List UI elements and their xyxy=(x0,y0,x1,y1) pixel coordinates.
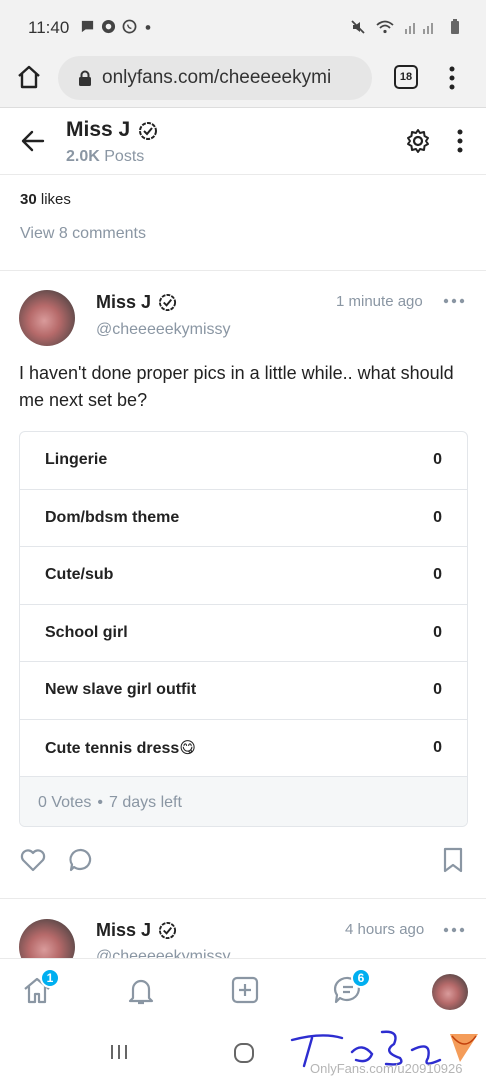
poll: Lingerie 0 Dom/bdsm theme 0 Cute/sub 0 Scho… xyxy=(19,431,468,827)
more-vert-icon[interactable] xyxy=(454,128,466,154)
divider xyxy=(0,270,486,271)
more-horiz-icon[interactable] xyxy=(443,927,465,933)
bottom-nav: 1 6 xyxy=(0,958,486,1024)
more-horiz-icon[interactable] xyxy=(443,298,465,304)
status-notifications xyxy=(80,19,153,34)
poll-option-label: Cute tennis dress😋 xyxy=(45,739,196,757)
verified-icon xyxy=(139,122,157,140)
poll-option-count: 0 xyxy=(433,681,442,699)
poll-option[interactable]: Dom/bdsm theme 0 xyxy=(20,490,467,547)
poll-option[interactable]: New slave girl outfit 0 xyxy=(20,662,467,720)
poll-option-count: 0 xyxy=(433,738,442,756)
home-circle-icon[interactable] xyxy=(233,1042,255,1064)
watermark-text: OnlyFans.com/u20910926 xyxy=(310,1061,463,1076)
poll-time-left: 7 days left xyxy=(108,793,182,811)
avatar[interactable] xyxy=(19,290,75,346)
poll-option-label: School girl xyxy=(45,623,128,641)
status-time: 11:40 xyxy=(28,18,70,37)
post-timestamp[interactable]: 1 minute ago xyxy=(336,293,423,310)
signal-icon xyxy=(405,23,433,34)
nav-notifications[interactable] xyxy=(125,974,159,1008)
poll-option[interactable]: School girl 0 xyxy=(20,605,467,662)
divider xyxy=(0,898,486,899)
poll-option-count: 0 xyxy=(433,566,442,584)
nav-home[interactable]: 1 xyxy=(21,968,60,1008)
profile-name: Miss J xyxy=(66,118,131,141)
address-bar[interactable]: onlyfans.com/cheeeeekymi xyxy=(58,56,372,100)
whatsapp-icon xyxy=(122,19,137,34)
chat-bubble-icon xyxy=(81,20,94,33)
poll-option[interactable]: Cute tennis dress😋 0 xyxy=(20,720,467,777)
wifi-icon xyxy=(376,20,394,34)
poll-option-label: Dom/bdsm theme xyxy=(45,508,180,526)
messages-badge: 6 xyxy=(351,968,371,988)
heart-icon[interactable] xyxy=(19,846,47,874)
lock-icon xyxy=(79,70,91,86)
add-icon xyxy=(231,976,259,1004)
likes-count: 30 likes xyxy=(20,191,71,208)
bookmark-icon[interactable] xyxy=(439,846,467,874)
poll-option-count: 0 xyxy=(433,451,442,469)
nav-new-post[interactable] xyxy=(229,974,263,1008)
comment-icon[interactable] xyxy=(67,846,95,874)
bell-icon xyxy=(128,979,154,1005)
chrome-icon xyxy=(101,19,116,34)
post-author-name[interactable]: Miss J xyxy=(96,920,151,941)
poll-votes: 0 Votes xyxy=(38,793,92,811)
verified-icon xyxy=(158,921,177,940)
profile-post-count: 2.0K Posts xyxy=(66,148,145,165)
more-vert-icon[interactable] xyxy=(446,65,458,91)
post-text: I haven't done proper pics in a little w… xyxy=(19,363,454,410)
post-author-handle[interactable]: @cheeeeekymissy xyxy=(96,321,231,339)
poll-option-count: 0 xyxy=(433,623,442,641)
view-comments-link[interactable]: View 8 comments xyxy=(20,225,146,243)
profile-header: Miss J 2.0K Posts xyxy=(0,108,486,175)
poll-option-label: Cute/sub xyxy=(45,566,114,584)
tab-switcher-button[interactable]: 18 xyxy=(394,65,418,89)
separator-dot: • xyxy=(97,793,103,811)
back-arrow-icon[interactable] xyxy=(20,128,46,154)
post-author-name[interactable]: Miss J xyxy=(96,292,151,313)
poll-footer: 0 Votes • 7 days left xyxy=(20,777,467,826)
nav-messages[interactable]: 6 xyxy=(332,968,371,1008)
home-icon[interactable] xyxy=(16,64,42,90)
recent-apps-icon[interactable] xyxy=(109,1043,129,1061)
nav-profile-avatar[interactable] xyxy=(432,974,468,1010)
poll-option[interactable]: Cute/sub 0 xyxy=(20,547,467,605)
battery-icon xyxy=(451,19,459,34)
post-timestamp[interactable]: 4 hours ago xyxy=(345,921,424,938)
browser-toolbar: onlyfans.com/cheeeeekymi 18 xyxy=(0,54,486,108)
url-text: onlyfans.com/cheeeeekymi xyxy=(102,67,332,88)
poll-option[interactable]: Lingerie 0 xyxy=(20,432,467,490)
post-actions xyxy=(0,842,486,882)
poll-option-label: New slave girl outfit xyxy=(45,681,197,699)
status-icons xyxy=(350,19,460,35)
verified-icon xyxy=(158,293,177,312)
mute-icon xyxy=(351,20,365,34)
poll-option-count: 0 xyxy=(433,508,442,526)
dot-icon xyxy=(145,25,151,30)
poll-option-label: Lingerie xyxy=(45,451,108,469)
home-badge: 1 xyxy=(40,968,60,988)
gear-icon[interactable] xyxy=(405,128,431,154)
status-bar: 11:40 xyxy=(0,0,486,54)
